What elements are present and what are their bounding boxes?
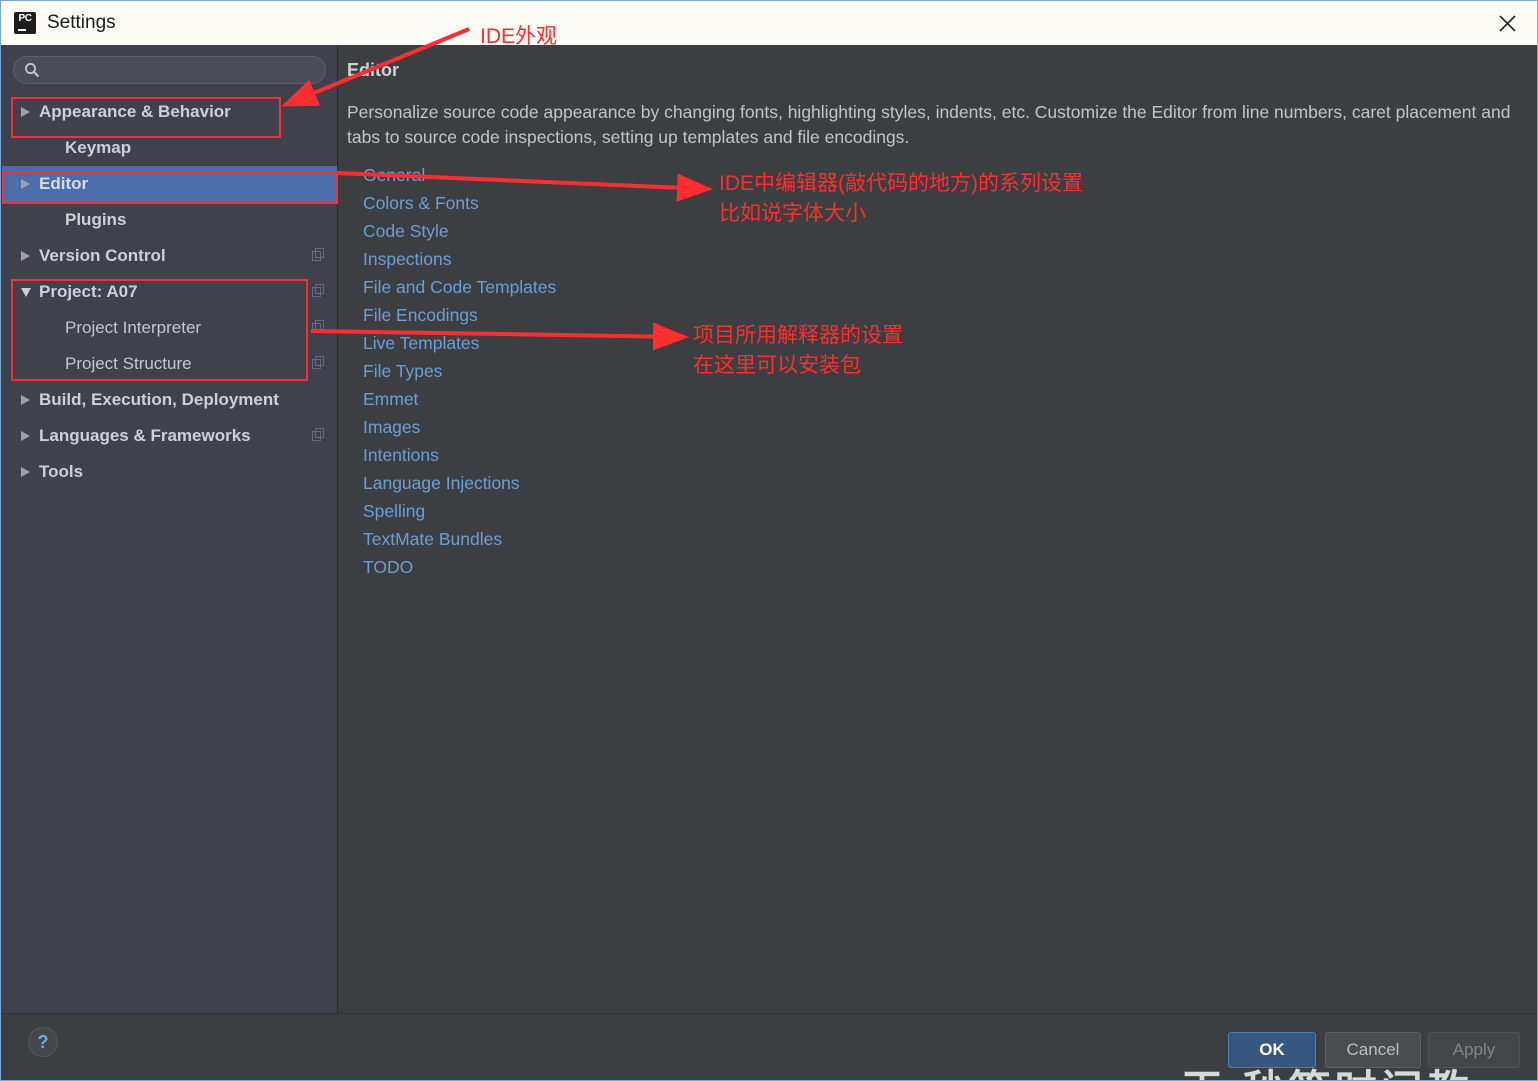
- link-inspections[interactable]: Inspections: [363, 245, 556, 273]
- sidebar-item-label: Editor: [39, 174, 89, 193]
- page-description: Personalize source code appearance by ch…: [347, 102, 1511, 147]
- dialog-footer: ? OK Cancel Apply: [2, 1013, 1537, 1080]
- sidebar-item-editor[interactable]: Editor: [2, 166, 337, 202]
- link-spelling[interactable]: Spelling: [363, 497, 556, 525]
- sidebar-item-label: Project Structure: [65, 354, 192, 373]
- chevron-right-icon[interactable]: [18, 177, 33, 192]
- link-colors-fonts[interactable]: Colors & Fonts: [363, 189, 556, 217]
- chevron-right-icon[interactable]: [18, 429, 33, 444]
- sidebar-item-label: Languages & Frameworks: [39, 426, 251, 445]
- sidebar-item-label: Project Interpreter: [65, 318, 202, 337]
- annotation-editor-line1: IDE中编辑器(敲代码的地方)的系列设置: [719, 172, 1083, 195]
- ok-button[interactable]: OK: [1228, 1032, 1316, 1068]
- apply-button[interactable]: Apply: [1428, 1032, 1520, 1068]
- sidebar-item-label: Appearance & Behavior: [39, 102, 231, 121]
- link-textmate-bundles[interactable]: TextMate Bundles: [363, 525, 556, 553]
- subsection-link-list: General Colors & Fonts Code Style Inspectio…: [363, 161, 556, 581]
- sidebar-item-label: Version Control: [39, 246, 166, 265]
- chevron-right-icon[interactable]: [18, 249, 33, 264]
- link-code-style[interactable]: Code Style: [363, 217, 556, 245]
- sidebar-item-keymap[interactable]: Keymap: [2, 130, 337, 166]
- sidebar-item-project-a07[interactable]: Project: A07: [2, 274, 337, 310]
- title-bar: PC Settings: [1, 1, 1537, 45]
- copy-settings-icon[interactable]: [312, 354, 325, 374]
- help-button[interactable]: ?: [28, 1027, 58, 1057]
- annotation-editor-line2: 比如说字体大小: [719, 202, 866, 225]
- link-file-and-code-templates[interactable]: File and Code Templates: [363, 273, 556, 301]
- link-file-encodings[interactable]: File Encodings: [363, 301, 556, 329]
- settings-tree: Appearance & Behavior Keymap Editor Plugins…: [2, 94, 337, 490]
- copy-settings-icon[interactable]: [312, 246, 325, 266]
- sidebar-item-appearance-behavior[interactable]: Appearance & Behavior: [2, 94, 337, 130]
- link-live-templates[interactable]: Live Templates: [363, 329, 556, 357]
- sidebar-item-label: Tools: [39, 462, 84, 481]
- chevron-down-icon[interactable]: [18, 285, 33, 300]
- search-icon: [24, 62, 40, 78]
- copy-settings-icon[interactable]: [312, 426, 325, 446]
- link-emmet[interactable]: Emmet: [363, 385, 556, 413]
- annotation-interpreter-line2: 在这里可以安装包: [693, 354, 861, 377]
- pycharm-logo-icon: PC: [14, 12, 36, 34]
- sidebar-item-plugins[interactable]: Plugins: [2, 202, 337, 238]
- chevron-right-icon[interactable]: [18, 465, 33, 480]
- link-file-types[interactable]: File Types: [363, 357, 556, 385]
- sidebar-item-project-structure[interactable]: Project Structure: [2, 346, 337, 382]
- sidebar-item-label: Project: A07: [39, 282, 138, 301]
- cancel-button[interactable]: Cancel: [1325, 1032, 1421, 1068]
- page-title: Editor: [347, 60, 399, 80]
- chevron-right-icon[interactable]: [18, 105, 33, 120]
- chevron-right-icon[interactable]: [18, 393, 33, 408]
- link-images[interactable]: Images: [363, 413, 556, 441]
- sidebar-item-label: Plugins: [65, 210, 127, 229]
- link-intentions[interactable]: Intentions: [363, 441, 556, 469]
- settings-sidebar: Appearance & Behavior Keymap Editor Plugins…: [2, 45, 338, 1013]
- sidebar-item-label: Keymap: [65, 138, 132, 157]
- sidebar-item-build-execution-deployment[interactable]: Build, Execution, Deployment: [2, 382, 337, 418]
- sidebar-item-languages-frameworks[interactable]: Languages & Frameworks: [2, 418, 337, 454]
- annotation-interpreter: 项目所用解释器的设置 在这里可以安装包: [693, 321, 903, 381]
- search-field[interactable]: [13, 56, 326, 84]
- annotation-appearance: IDE外观: [480, 22, 557, 52]
- annotation-appearance-line1: IDE外观: [480, 25, 558, 48]
- search-input[interactable]: [46, 61, 315, 79]
- sidebar-item-label: Build, Execution, Deployment: [39, 390, 279, 409]
- sidebar-item-project-interpreter[interactable]: Project Interpreter: [2, 310, 337, 346]
- copy-settings-icon[interactable]: [312, 282, 325, 302]
- sidebar-item-tools[interactable]: Tools: [2, 454, 337, 490]
- window-title: Settings: [47, 12, 116, 33]
- link-general[interactable]: General: [363, 161, 556, 189]
- link-language-injections[interactable]: Language Injections: [363, 469, 556, 497]
- close-icon[interactable]: [1485, 3, 1529, 43]
- annotation-editor: IDE中编辑器(敲代码的地方)的系列设置 比如说字体大小: [719, 169, 1083, 229]
- sidebar-item-version-control[interactable]: Version Control: [2, 238, 337, 274]
- settings-dialog: PC Settings Appearance & Behavior Keymap E…: [0, 0, 1538, 1081]
- link-todo[interactable]: TODO: [363, 553, 556, 581]
- copy-settings-icon[interactable]: [312, 318, 325, 338]
- annotation-interpreter-line1: 项目所用解释器的设置: [693, 324, 903, 347]
